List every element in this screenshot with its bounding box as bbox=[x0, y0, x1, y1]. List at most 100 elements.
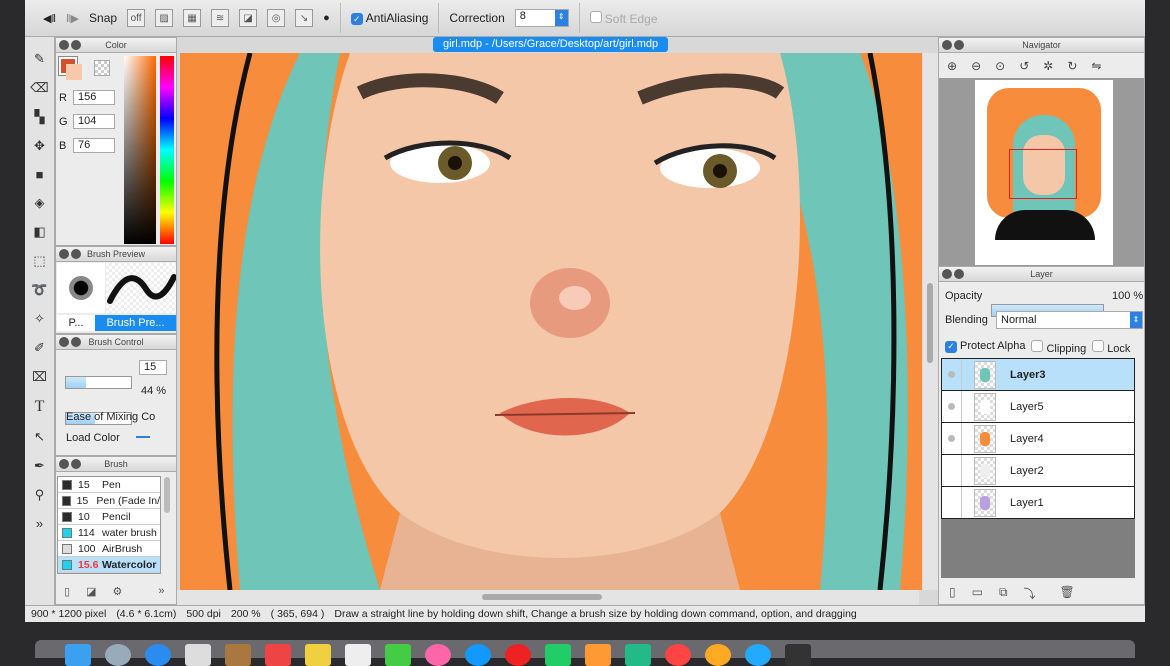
app-dock-icon[interactable] bbox=[625, 644, 651, 666]
blur-tool-icon[interactable]: ✒ bbox=[34, 458, 45, 474]
brush-settings-icon[interactable]: ⚙ bbox=[112, 585, 122, 598]
calendar-dock-icon[interactable] bbox=[185, 644, 211, 666]
snap-curve-icon[interactable]: ↘ bbox=[295, 9, 314, 27]
brush-item[interactable]: 15.6 Watercolor bbox=[58, 557, 160, 573]
notes-dock-icon[interactable] bbox=[305, 644, 331, 666]
antialiasing-checkbox[interactable]: ✓ AntiAliasing bbox=[350, 11, 428, 26]
layer-visibility-toggle[interactable] bbox=[942, 391, 962, 422]
brush-size-slider[interactable] bbox=[65, 376, 132, 389]
snap-radial-icon[interactable]: ≋ bbox=[211, 9, 230, 27]
navigator-viewport-rect[interactable] bbox=[1009, 149, 1077, 199]
more-brush-icon[interactable]: » bbox=[158, 585, 164, 598]
vertical-scrollbar[interactable] bbox=[923, 53, 938, 590]
load-color-slider[interactable] bbox=[136, 436, 150, 438]
appstore-dock-icon[interactable] bbox=[745, 644, 771, 666]
eraser-tool-icon[interactable]: ⌫ bbox=[30, 80, 48, 96]
lasso-tool-icon[interactable]: ➰ bbox=[31, 282, 47, 298]
snap-dot-icon[interactable]: ● bbox=[323, 12, 330, 24]
brush-preview-tab-p[interactable]: P... bbox=[57, 315, 95, 331]
layer-visibility-toggle[interactable] bbox=[942, 359, 962, 390]
magic-wand-icon[interactable]: ✧ bbox=[34, 311, 45, 327]
more-tools-icon[interactable]: » bbox=[36, 516, 43, 531]
record-dock-icon[interactable] bbox=[505, 644, 531, 666]
drawing-canvas[interactable] bbox=[180, 53, 922, 590]
snap-perspective-icon[interactable]: ◪ bbox=[239, 9, 258, 27]
navigator-view[interactable] bbox=[939, 78, 1144, 266]
flip-icon[interactable]: ⇋ bbox=[1091, 59, 1101, 73]
delete-layer-icon[interactable]: 🗑 bbox=[1060, 585, 1075, 602]
prev-icon[interactable]: ◀‖ bbox=[43, 12, 56, 25]
layer-row[interactable]: Layer5 bbox=[941, 391, 1135, 423]
select-eraser-icon[interactable]: ⌧ bbox=[32, 369, 47, 385]
lock-checkbox[interactable]: Lock bbox=[1092, 340, 1130, 355]
brush-item[interactable]: 100 AirBrush bbox=[58, 541, 160, 557]
clipping-checkbox[interactable]: Clipping bbox=[1031, 340, 1086, 355]
layer-row[interactable]: Layer2 bbox=[941, 455, 1135, 487]
ibooks-dock-icon[interactable] bbox=[705, 644, 731, 666]
safari-dock-icon[interactable] bbox=[145, 644, 171, 666]
protect-alpha-checkbox[interactable]: ✓ Protect Alpha bbox=[945, 340, 1025, 355]
b-input[interactable]: 76 bbox=[73, 138, 115, 153]
duplicate-layer-icon[interactable]: ⧉ bbox=[999, 585, 1008, 602]
mail-dock-icon[interactable] bbox=[265, 644, 291, 666]
layer-row[interactable]: Layer1 bbox=[941, 487, 1135, 519]
messages-dock-icon[interactable] bbox=[465, 644, 491, 666]
dot-tool-icon[interactable]: ▚ bbox=[35, 109, 45, 125]
brush-item[interactable]: 10 Pencil bbox=[58, 509, 160, 525]
gradient-tool-icon[interactable]: ◧ bbox=[33, 224, 45, 240]
layer-visibility-toggle[interactable] bbox=[942, 455, 962, 486]
layer-row[interactable]: Layer4 bbox=[941, 423, 1135, 455]
transparent-color-swatch[interactable] bbox=[94, 60, 110, 76]
saturation-value-picker[interactable] bbox=[124, 56, 156, 244]
r-input[interactable]: 156 bbox=[73, 90, 115, 105]
text-tool-icon[interactable]: T bbox=[35, 398, 45, 416]
pen-tool-icon[interactable]: ✎ bbox=[34, 51, 45, 67]
next-icon[interactable]: ‖▶ bbox=[66, 12, 79, 25]
snap-circle-icon[interactable]: ◎ bbox=[267, 9, 286, 27]
g-input[interactable]: 104 bbox=[73, 114, 115, 129]
layer-visibility-toggle[interactable] bbox=[942, 487, 962, 518]
bucket-tool-icon[interactable]: ◈ bbox=[35, 195, 45, 211]
edit-brush-icon[interactable]: ◪ bbox=[86, 585, 96, 598]
eyedropper-icon[interactable]: ⚲ bbox=[35, 487, 45, 503]
new-layer-icon[interactable]: ▯ bbox=[949, 585, 956, 602]
photos-dock-icon[interactable] bbox=[425, 644, 451, 666]
rotate-left-icon[interactable]: ↺ bbox=[1019, 59, 1029, 73]
brush-list-scrollbar[interactable] bbox=[164, 477, 170, 513]
snap-grid-icon[interactable]: ▦ bbox=[183, 9, 202, 27]
numbers-dock-icon[interactable] bbox=[385, 644, 411, 666]
zoom-fit-icon[interactable]: ⊙ bbox=[995, 59, 1005, 73]
zoom-in-icon[interactable]: ⊕ bbox=[947, 59, 957, 73]
rotate-reset-icon[interactable]: ✲ bbox=[1043, 59, 1053, 73]
secondary-color-swatch[interactable] bbox=[66, 64, 82, 80]
correction-select[interactable]: 8 ⇕ bbox=[514, 9, 569, 27]
hue-slider[interactable] bbox=[160, 56, 174, 244]
document-tab[interactable]: girl.mdp - /Users/Grace/Desktop/art/girl… bbox=[433, 37, 669, 52]
layer-row[interactable]: Layer3 bbox=[941, 359, 1135, 391]
brush-preview-tab-preview[interactable]: Brush Pre... bbox=[95, 315, 176, 331]
contacts-dock-icon[interactable] bbox=[225, 644, 251, 666]
move-tool-icon[interactable]: ✥ bbox=[34, 138, 45, 154]
select-pen-icon[interactable]: ✐ bbox=[34, 340, 45, 356]
soft-edge-checkbox[interactable]: Soft Edge bbox=[589, 10, 658, 26]
itunes-dock-icon[interactable] bbox=[665, 644, 691, 666]
rotate-right-icon[interactable]: ↻ bbox=[1067, 59, 1077, 73]
operation-tool-icon[interactable]: ↖ bbox=[34, 429, 45, 445]
finder-dock-icon[interactable] bbox=[65, 644, 91, 666]
select-tool-icon[interactable]: ⬚ bbox=[33, 253, 45, 269]
fill-rect-tool-icon[interactable]: ■ bbox=[36, 167, 44, 182]
brush-size-input[interactable]: 15 bbox=[139, 360, 167, 375]
snap-off-icon[interactable]: off bbox=[127, 9, 146, 27]
merge-down-icon[interactable]: ⤵ bbox=[1024, 585, 1036, 602]
facetime-dock-icon[interactable] bbox=[545, 644, 571, 666]
new-folder-icon[interactable]: ▭ bbox=[972, 585, 983, 602]
layer-visibility-toggle[interactable] bbox=[942, 423, 962, 454]
launchpad-dock-icon[interactable] bbox=[105, 644, 131, 666]
reminders-dock-icon[interactable] bbox=[345, 644, 371, 666]
pages-dock-icon[interactable] bbox=[585, 644, 611, 666]
brush-item[interactable]: 15 Pen (Fade In/ bbox=[58, 493, 160, 509]
brush-item[interactable]: 15 Pen bbox=[58, 477, 160, 493]
prefs-dock-icon[interactable] bbox=[785, 644, 811, 666]
brush-item[interactable]: 114 water brush bbox=[58, 525, 160, 541]
snap-parallel-icon[interactable]: ▨ bbox=[155, 9, 174, 27]
